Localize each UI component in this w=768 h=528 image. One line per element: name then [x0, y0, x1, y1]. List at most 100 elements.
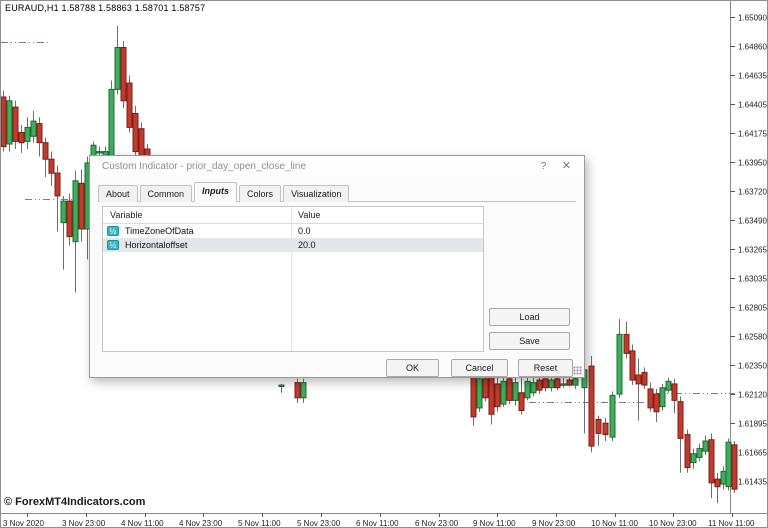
price-tick-label: 1.63950 — [738, 159, 767, 168]
candle-body — [49, 159, 54, 173]
watermark: © ForexMT4Indicators.com — [4, 496, 145, 508]
time-tick-label: 5 Nov 23:00 — [297, 519, 341, 528]
bull-candle — [617, 319, 622, 398]
reset-button[interactable]: Reset — [518, 359, 573, 377]
candle-body — [519, 393, 524, 411]
bear-candle — [121, 41, 126, 108]
dialog-title: Custom Indicator - prior_day_open_close_… — [102, 161, 306, 172]
tab-inputs[interactable]: Inputs — [194, 182, 237, 202]
tab-colors[interactable]: Colors — [239, 185, 281, 202]
time-tick-label: 9 Nov 23:00 — [532, 519, 576, 528]
candle-body — [603, 423, 608, 434]
candle-body — [709, 440, 714, 483]
bear-candle — [55, 166, 60, 232]
tab-visualization[interactable]: Visualization — [283, 185, 349, 202]
bear-candle — [709, 433, 714, 498]
candle-body — [642, 372, 647, 385]
bull-candle — [477, 375, 482, 412]
help-icon[interactable]: ? — [535, 159, 552, 174]
close-icon[interactable]: ✕ — [558, 159, 575, 174]
cancel-button[interactable]: Cancel — [451, 359, 508, 377]
price-tick-label: 1.61665 — [738, 449, 767, 458]
ok-button[interactable]: OK — [386, 359, 439, 377]
candle-body — [37, 124, 42, 143]
bull-candle — [610, 391, 615, 441]
bull-candle — [726, 438, 731, 490]
dialog-tabstrip: About Common Inputs Colors Visualization — [98, 182, 576, 202]
bull-candle — [73, 171, 78, 293]
candle-body — [567, 380, 572, 385]
tab-about[interactable]: About — [98, 185, 138, 202]
candle-body — [133, 114, 138, 152]
bull-candle — [279, 384, 284, 393]
bull-candle — [501, 375, 506, 407]
candle-body — [61, 201, 66, 223]
table-header: Variable Value — [103, 207, 483, 224]
candle-body — [636, 375, 641, 384]
param-value[interactable]: 20.0 — [298, 240, 316, 250]
bear-candle — [648, 383, 653, 412]
candle-body — [483, 379, 488, 398]
price-tick-label: 1.61895 — [738, 420, 767, 429]
candle-body — [648, 389, 653, 408]
candle-body — [610, 395, 615, 437]
params-table: Variable Value ½ TimeZoneOfData 0.0 ½ Ho… — [102, 206, 484, 352]
candle-body — [555, 379, 560, 388]
bear-candle — [603, 418, 608, 441]
bear-candle — [654, 389, 659, 422]
param-row-timezoneofdata[interactable]: ½ TimeZoneOfData 0.0 — [103, 224, 483, 238]
candle-body — [73, 181, 78, 242]
candle-body — [43, 143, 48, 160]
candle-body — [279, 385, 284, 386]
candle-body — [732, 445, 737, 489]
candle-body — [654, 394, 659, 412]
candle-body — [715, 479, 720, 487]
bear-candle — [13, 101, 18, 149]
bear-candle — [495, 375, 500, 412]
bull-candle — [61, 196, 66, 270]
bull-candle — [525, 375, 530, 400]
candle-body — [531, 383, 536, 393]
indicator-dialog: Custom Indicator - prior_day_open_close_… — [89, 155, 585, 378]
candle-body — [507, 379, 512, 401]
bull-candle — [703, 436, 708, 455]
candle-body — [596, 419, 601, 433]
candle-body — [115, 48, 120, 90]
bull-candle — [531, 375, 536, 397]
candle-body — [471, 378, 476, 417]
resize-grip-icon[interactable] — [573, 366, 582, 375]
candle-body — [477, 379, 482, 408]
param-name: TimeZoneOfData — [125, 226, 194, 236]
candle-body — [301, 383, 306, 398]
candle-body — [525, 381, 530, 398]
price-tick-label: 1.62120 — [738, 391, 767, 400]
param-value[interactable]: 0.0 — [298, 226, 311, 236]
bear-candle — [79, 169, 84, 241]
price-tick-label: 1.64175 — [738, 130, 767, 139]
bull-candle — [115, 26, 120, 95]
bear-candle — [678, 397, 683, 473]
candle-body — [678, 402, 683, 439]
candle-body — [79, 183, 84, 229]
save-button[interactable]: Save — [489, 332, 570, 350]
candle-body — [31, 121, 36, 136]
time-tick-label: 4 Nov 23:00 — [179, 519, 223, 528]
tab-common[interactable]: Common — [140, 185, 193, 202]
load-button[interactable]: Load — [489, 308, 570, 326]
bull-candle — [7, 96, 12, 152]
price-tick-label: 1.63035 — [738, 275, 767, 284]
price-tick-label: 1.64405 — [738, 101, 767, 110]
numeric-param-icon: ½ — [107, 226, 119, 236]
bear-candle — [642, 367, 647, 389]
value-column-header: Value — [298, 210, 320, 220]
bear-candle — [483, 375, 488, 402]
param-row-horizontaloffset[interactable]: ½ Horizontaloffset 20.0 — [103, 238, 483, 252]
dialog-titlebar[interactable]: Custom Indicator - prior_day_open_close_… — [90, 156, 584, 178]
variable-column-header: Variable — [110, 210, 142, 220]
time-tick-label: 6 Nov 11:00 — [356, 519, 399, 528]
candle-body — [489, 378, 494, 415]
time-tick-label: 5 Nov 11:00 — [238, 519, 281, 528]
numeric-param-icon: ½ — [107, 240, 119, 250]
time-tick-label: 10 Nov 23:00 — [649, 519, 697, 528]
bull-candle — [109, 80, 114, 165]
